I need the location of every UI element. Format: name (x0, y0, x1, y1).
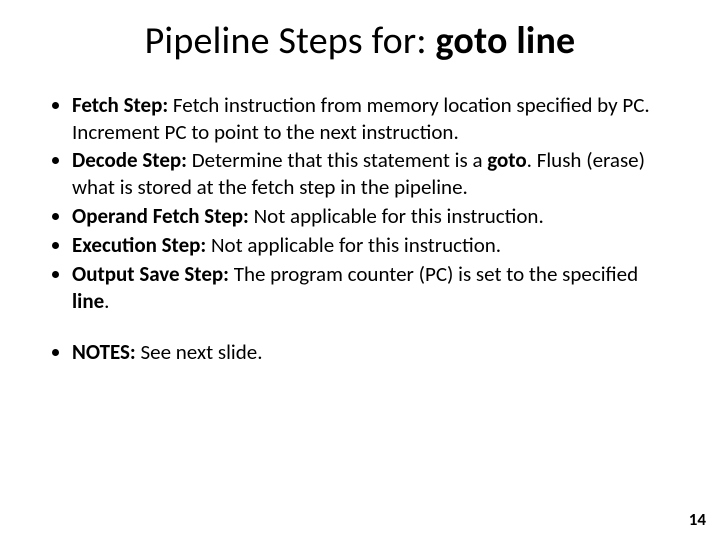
bullet-text: Determine that this statement is a (187, 147, 487, 173)
list-item: Fetch Step: Fetch instruction from memor… (72, 92, 680, 146)
bullet-text: The program counter (PC) is set to the s… (229, 261, 638, 287)
bullet-label: Execution Step: (72, 232, 206, 258)
bullet-label: Output Save Step: (72, 261, 229, 287)
bullet-label: Decode Step: (72, 147, 187, 173)
bullet-text: Not applicable for this instruction. (249, 203, 544, 229)
bullet-text: Not applicable for this instruction. (206, 232, 501, 258)
notes-text: See next slide. (136, 339, 263, 365)
list-item: NOTES: See next slide. (72, 339, 680, 366)
title-prefix: Pipeline Steps for: (145, 18, 436, 64)
page-number: 14 (689, 509, 706, 530)
notes-list: NOTES: See next slide. (40, 339, 680, 366)
list-item: Output Save Step: The program counter (P… (72, 261, 680, 315)
list-item: Execution Step: Not applicable for this … (72, 232, 680, 259)
inline-bold: goto (487, 147, 526, 173)
title-bold: goto line (436, 18, 576, 64)
slide-title: Pipeline Steps for: goto line (40, 20, 680, 64)
list-item: Operand Fetch Step: Not applicable for t… (72, 203, 680, 230)
bullet-label: Fetch Step: (72, 92, 168, 118)
inline-bold: line (72, 288, 104, 314)
notes-label: NOTES: (72, 339, 136, 365)
slide: Pipeline Steps for: goto line Fetch Step… (0, 0, 720, 540)
bullet-label: Operand Fetch Step: (72, 203, 249, 229)
bullet-list: Fetch Step: Fetch instruction from memor… (40, 92, 680, 315)
bullet-text: . (104, 288, 109, 314)
list-item: Decode Step: Determine that this stateme… (72, 147, 680, 201)
